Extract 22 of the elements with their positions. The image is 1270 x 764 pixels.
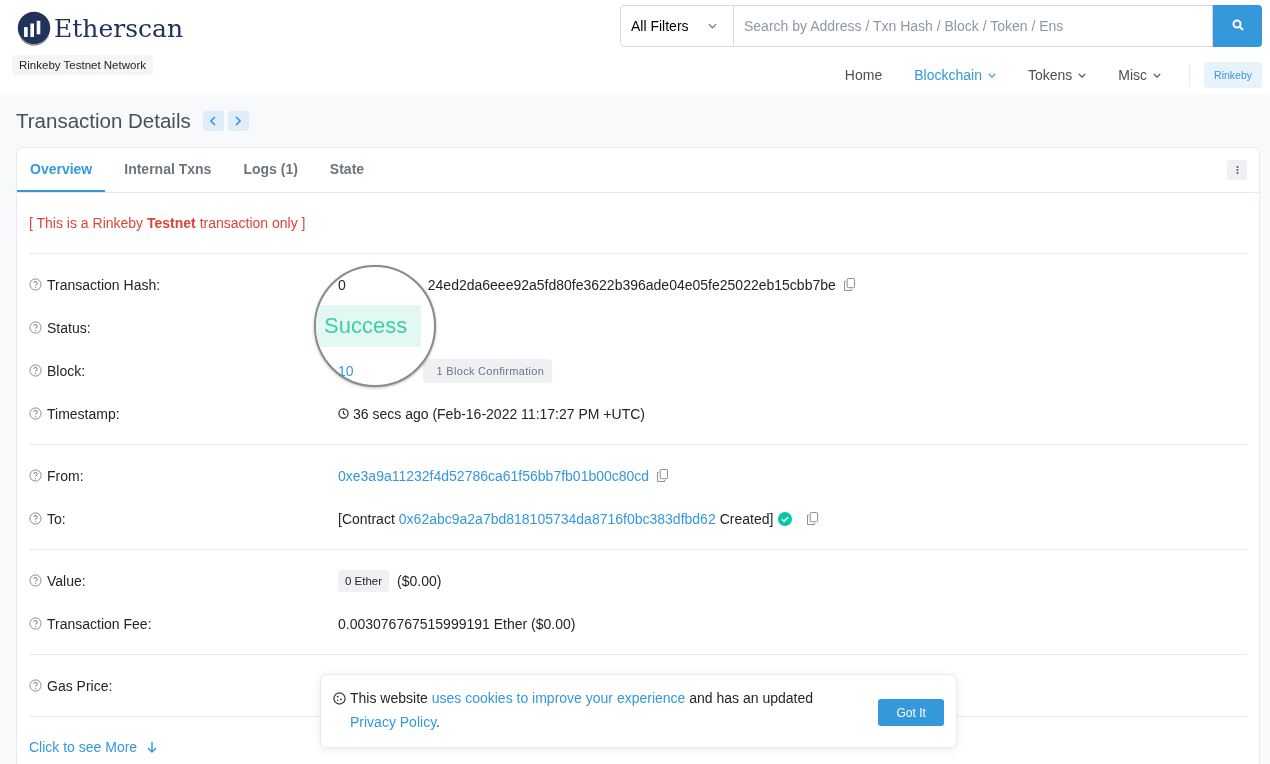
field-label: Gas Price: (47, 677, 113, 694)
field-label: Transaction Hash: (47, 276, 161, 293)
ether-badge: 0 Ether (338, 569, 390, 592)
field-label: Block: (47, 362, 86, 379)
cookie-message: This website uses cookies to improve your experience and has an updated Privacy Policy. (350, 689, 815, 732)
usd-value: ($0.00) (397, 572, 442, 589)
testnet-notice: [ This is a Rinkeby Testnet transaction only ] (29, 193, 1247, 254)
hash-value: 0 (338, 276, 346, 293)
field-label: To: (47, 510, 66, 527)
contract-prefix: [Contract (338, 510, 395, 527)
timestamp-value: 36 secs ago (Feb-16-2022 11:17:27 PM +UTC) (353, 405, 645, 422)
field-label: Value: (47, 572, 86, 589)
status-badge: Success (316, 305, 422, 347)
field-label: Transaction Fee: (47, 615, 152, 632)
field-label: Status: (47, 319, 91, 336)
contract-suffix: Created] (719, 510, 774, 527)
network-badge: Rinkeby Testnet Network (12, 55, 153, 75)
hash-value: 24ed2da6eee92a5fd80fe3622b396ade04e05fe25022eb15cbb7be (427, 276, 836, 293)
fee-value: 0.003076767515999191 Ether ($0.00) (338, 615, 576, 632)
field-label: Timestamp: (47, 405, 120, 422)
field-label: From: (47, 467, 84, 484)
page-title: Transaction Details (16, 109, 191, 133)
